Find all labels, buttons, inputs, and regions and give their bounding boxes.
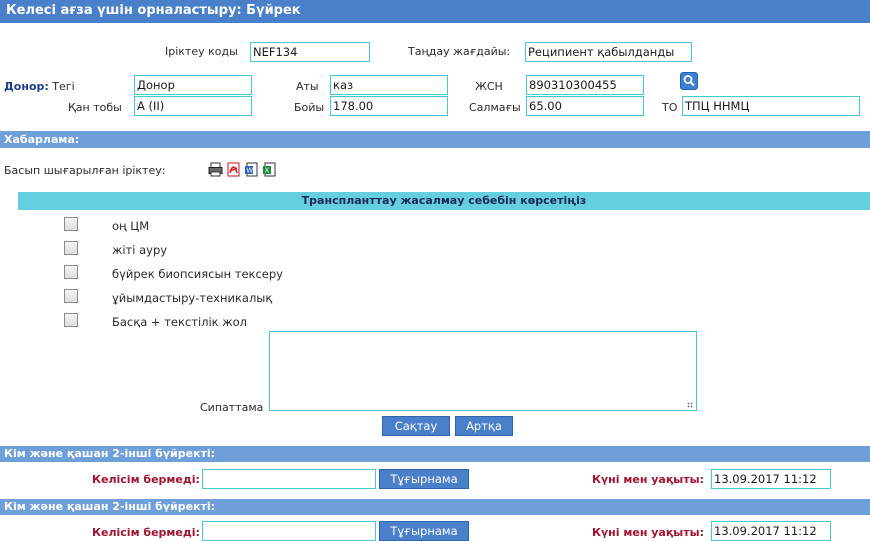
refused-label-2: Келісім бермеді: <box>92 526 200 539</box>
pdf-icon[interactable] <box>226 162 241 177</box>
back-button[interactable]: Артқа <box>455 416 513 436</box>
resize-grip-icon[interactable] <box>687 402 693 408</box>
to-label: ТО <box>662 101 678 114</box>
svg-text:W: W <box>246 167 253 175</box>
message-header: Хабарлама: <box>0 131 870 148</box>
datetime-field-1[interactable]: 13.09.2017 11:12 <box>711 469 831 489</box>
blood-field[interactable]: А (II) <box>134 96 252 116</box>
blood-label: Қан тобы <box>68 101 122 114</box>
reason-label-2: жіті ауру <box>112 243 168 257</box>
height-label: Бойы <box>294 101 325 114</box>
reason-checkbox-3[interactable] <box>64 265 78 279</box>
search-icon[interactable] <box>680 72 698 90</box>
second-kidney-header-1: Кім және қашан 2-інші бүйректі: <box>0 446 870 462</box>
donor-section-label: Донор: Тегі <box>4 80 75 93</box>
iin-label: ЖСН <box>475 80 503 93</box>
description-label: Сипаттама <box>200 401 264 414</box>
document-button-2[interactable]: Тұғырнама <box>379 521 469 541</box>
print-label: Басып шығарылған іріктеу: <box>4 164 166 177</box>
reason-checkbox-5[interactable] <box>64 313 78 327</box>
datetime-label-2: Күні мен уақыты: <box>592 526 704 539</box>
document-button-1[interactable]: Тұғырнама <box>379 469 469 489</box>
reason-checkbox-1[interactable] <box>64 217 78 231</box>
refused-field-1[interactable] <box>202 469 376 489</box>
weight-label: Салмағы <box>469 101 521 114</box>
window-title: Келесі ағза үшін орналастыру: Бүйрек <box>0 0 870 23</box>
weight-field[interactable]: 65.00 <box>526 96 644 116</box>
reason-label-4: ұйымдастыру-техникалық <box>112 291 273 305</box>
datetime-field-2[interactable]: 13.09.2017 11:12 <box>711 521 831 541</box>
surname-label: Тегі <box>52 80 75 93</box>
height-field[interactable]: 178.00 <box>330 96 448 116</box>
save-button[interactable]: Сақтау <box>382 416 450 436</box>
datetime-label-1: Күні мен уақыты: <box>592 473 704 486</box>
name-label: Аты <box>296 80 319 93</box>
reasons-header: Транспланттау жасалмау себебін көрсетіңі… <box>18 192 870 210</box>
selection-status-field[interactable]: Реципиент қабылданды <box>525 42 692 62</box>
svg-text:X: X <box>265 167 270 175</box>
reason-checkbox-4[interactable] <box>64 289 78 303</box>
surname-field[interactable]: Донор <box>134 75 252 95</box>
to-field[interactable]: ТПЦ ННМЦ <box>682 96 860 116</box>
reason-label-3: бүйрек биопсиясын тексеру <box>112 267 283 281</box>
printer-icon[interactable] <box>208 162 223 177</box>
description-textarea[interactable] <box>269 331 697 411</box>
reason-checkbox-2[interactable] <box>64 241 78 255</box>
refused-label-1: Келісім бермеді: <box>92 473 200 486</box>
donor-label: Донор: <box>4 80 49 93</box>
selection-code-field[interactable]: NEF134 <box>250 42 370 62</box>
iin-field[interactable]: 890310300455 <box>526 75 644 95</box>
reason-label-1: оң ЦМ <box>112 219 150 233</box>
reason-label-5: Басқа + текстілік жол <box>112 315 248 329</box>
refused-field-2[interactable] <box>202 521 376 541</box>
selection-status-label: Таңдау жағдайы: <box>408 45 511 58</box>
second-kidney-header-2: Кім және қашан 2-інші бүйректі: <box>0 499 870 515</box>
selection-code-label: Іріктеу коды <box>165 45 238 58</box>
word-icon[interactable]: W <box>244 162 259 177</box>
excel-icon[interactable]: X <box>262 162 277 177</box>
name-field[interactable]: каз <box>330 75 448 95</box>
